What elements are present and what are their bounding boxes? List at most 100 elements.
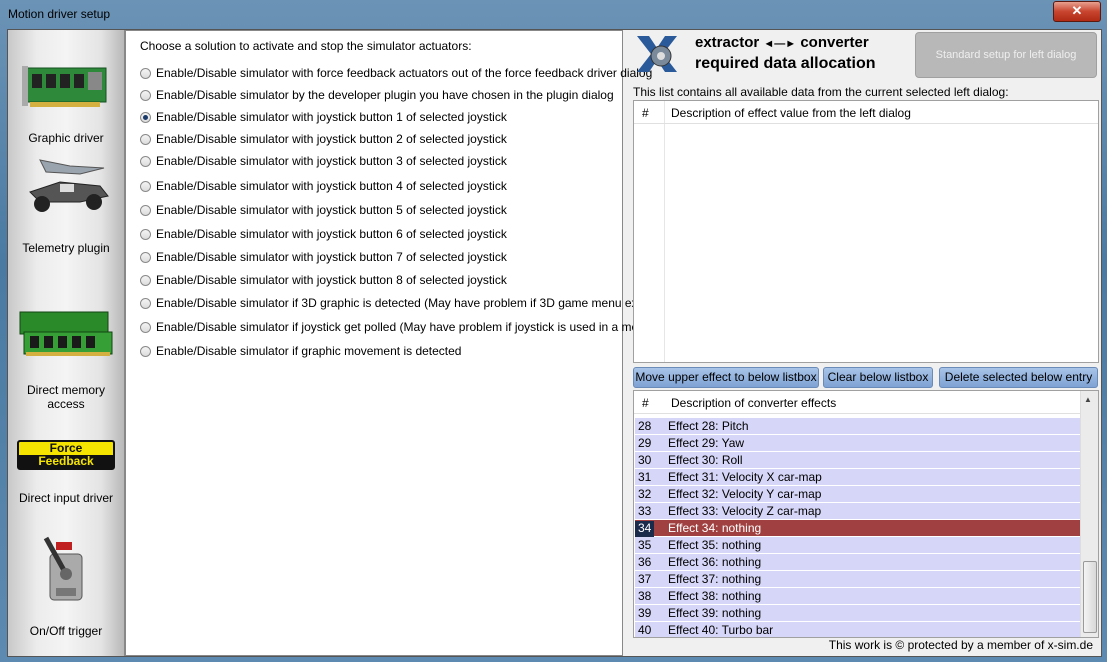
option-label: Enable/Disable simulator if graphic move…: [156, 344, 462, 358]
sidebar-item-label: Telemetry plugin: [22, 241, 110, 255]
activation-option[interactable]: Enable/Disable simulator with joystick b…: [140, 110, 507, 124]
radio-button[interactable]: [140, 111, 151, 123]
activation-option[interactable]: Enable/Disable simulator if joystick get…: [140, 320, 656, 334]
list-item[interactable]: 28 Effect 28: Pitch: [635, 418, 1080, 435]
memory-module-icon: [19, 311, 113, 356]
sidebar-item-label: Direct memory access: [26, 383, 105, 411]
list-item[interactable]: 36 Effect 36: nothing: [635, 554, 1080, 571]
radio-button[interactable]: [140, 297, 151, 309]
scrollbar-thumb[interactable]: [1083, 561, 1097, 633]
column-header-number[interactable]: #: [642, 106, 649, 120]
effect-number: 37: [638, 572, 652, 586]
column-header-description[interactable]: Description of converter effects: [671, 396, 836, 410]
option-label: Enable/Disable simulator with joystick b…: [156, 273, 507, 287]
allocation-heading: extractor ◄—► converter: [695, 34, 869, 51]
activation-option[interactable]: Enable/Disable simulator if 3D graphic i…: [140, 296, 660, 310]
list-header: # Description of effect value from the l…: [634, 101, 1098, 124]
list-item[interactable]: 34 Effect 34: nothing: [635, 520, 1080, 537]
option-label: Enable/Disable simulator if joystick get…: [156, 320, 656, 334]
sidebar-item-label: On/Off trigger: [29, 624, 103, 638]
data-allocation-panel: extractor ◄—► converter required data al…: [631, 30, 1101, 656]
activation-option[interactable]: Enable/Disable simulator with joystick b…: [140, 154, 507, 168]
sidebar-item-direct-input-driver[interactable]: Force Feedback Direct input driver: [8, 435, 124, 535]
title-bar[interactable]: Motion driver setup ✕: [0, 0, 1107, 28]
effect-description: Effect 29: Yaw: [668, 436, 745, 450]
radio-button[interactable]: [140, 251, 151, 263]
activation-option[interactable]: Enable/Disable simulator with joystick b…: [140, 227, 507, 241]
column-header-number[interactable]: #: [642, 396, 649, 410]
list-item[interactable]: 32 Effect 32: Velocity Y car-map: [635, 486, 1080, 503]
option-label: Enable/Disable simulator with joystick b…: [156, 110, 507, 124]
sidebar-item-on-off-trigger[interactable]: On/Off trigger: [8, 530, 124, 650]
list-item[interactable]: 38 Effect 38: nothing: [635, 588, 1080, 605]
radio-button[interactable]: [140, 89, 151, 101]
effect-description: Effect 33: Velocity Z car-map: [668, 504, 822, 518]
sidebar-item-graphic-driver[interactable]: Graphic driver: [8, 46, 124, 146]
race-car-icon: [29, 159, 109, 212]
activation-option[interactable]: Enable/Disable simulator with joystick b…: [140, 132, 507, 146]
activation-option[interactable]: Enable/Disable simulator with joystick b…: [140, 203, 507, 217]
radio-button[interactable]: [140, 155, 151, 167]
activation-option[interactable]: Enable/Disable simulator by the develope…: [140, 88, 614, 102]
activation-option[interactable]: Enable/Disable simulator with joystick b…: [140, 250, 507, 264]
standard-setup-button[interactable]: Standard setup for left dialog: [915, 32, 1097, 78]
effect-values-list[interactable]: # Description of effect value from the l…: [633, 100, 1099, 363]
radio-button[interactable]: [140, 180, 151, 192]
sidebar-item-telemetry-plugin[interactable]: Telemetry plugin: [8, 156, 124, 256]
option-label: Enable/Disable simulator by the develope…: [156, 88, 614, 102]
delete-entry-button[interactable]: Delete selected below entry: [939, 367, 1098, 388]
double-arrow-icon: ◄—►: [763, 38, 797, 50]
radio-button[interactable]: [140, 204, 151, 216]
move-effect-button[interactable]: Move upper effect to below listbox: [633, 367, 819, 388]
effect-number: 30: [638, 453, 652, 467]
clear-listbox-button[interactable]: Clear below listbox: [823, 367, 933, 388]
radio-button[interactable]: [140, 321, 151, 333]
list-item[interactable]: 37 Effect 37: nothing: [635, 571, 1080, 588]
effect-description: Effect 34: nothing: [668, 521, 762, 535]
sidebar: Graphic driver Telemetry plugin Direct m…: [8, 30, 125, 656]
options-prompt: Choose a solution to activate and stop t…: [140, 39, 472, 53]
list-scrollbar[interactable]: ▲: [1080, 391, 1098, 637]
radio-button[interactable]: [140, 67, 151, 79]
scroll-up-icon[interactable]: ▲: [1084, 395, 1092, 404]
effect-number: 35: [638, 538, 652, 552]
activation-option[interactable]: Enable/Disable simulator with force feed…: [140, 66, 652, 80]
effect-number: 36: [638, 555, 652, 569]
list-item[interactable]: 39 Effect 39: nothing: [635, 605, 1080, 622]
sidebar-item-direct-memory-access[interactable]: Direct memory access: [8, 300, 124, 411]
activation-options-panel: Choose a solution to activate and stop t…: [125, 30, 660, 656]
effect-number: 39: [638, 606, 652, 620]
list-item[interactable]: 35 Effect 35: nothing: [635, 537, 1080, 554]
effect-number: 32: [638, 487, 652, 501]
option-label: Enable/Disable simulator with force feed…: [156, 66, 653, 80]
radio-button[interactable]: [140, 228, 151, 240]
effect-description: Effect 28: Pitch: [668, 419, 749, 433]
list-item[interactable]: 30 Effect 30: Roll: [635, 452, 1080, 469]
activation-option[interactable]: Enable/Disable simulator if graphic move…: [140, 344, 461, 358]
list-item[interactable]: 40 Effect 40: Turbo bar: [635, 622, 1080, 637]
effect-number: 31: [638, 470, 652, 484]
toggle-switch-icon: [43, 536, 83, 601]
activation-option[interactable]: Enable/Disable simulator with joystick b…: [140, 179, 507, 193]
effect-description: Effect 30: Roll: [668, 453, 743, 467]
allocation-subheading: required data allocation: [695, 55, 876, 72]
list-item[interactable]: 31 Effect 31: Velocity X car-map: [635, 469, 1080, 486]
list-header: # Description of converter effects: [634, 391, 1098, 414]
option-label: Enable/Disable simulator with joystick b…: [156, 132, 507, 146]
close-button[interactable]: ✕: [1053, 1, 1101, 22]
graphics-card-icon: [22, 66, 107, 107]
option-label: Enable/Disable simulator with joystick b…: [156, 227, 507, 241]
column-divider: [664, 101, 665, 362]
radio-button[interactable]: [140, 345, 151, 357]
radio-button[interactable]: [140, 274, 151, 286]
list-item[interactable]: 29 Effect 29: Yaw: [635, 435, 1080, 452]
activation-option[interactable]: Enable/Disable simulator with joystick b…: [140, 273, 507, 287]
option-label: Enable/Disable simulator with joystick b…: [156, 154, 507, 168]
effect-number: 29: [638, 436, 652, 450]
list-item[interactable]: 33 Effect 33: Velocity Z car-map: [635, 503, 1080, 520]
sidebar-item-label: Direct input driver: [18, 491, 114, 505]
converter-effects-list[interactable]: # Description of converter effects 28 Eff…: [633, 390, 1099, 638]
column-header-description[interactable]: Description of effect value from the lef…: [671, 106, 911, 120]
info-text: This list contains all available data fr…: [633, 85, 1009, 99]
radio-button[interactable]: [140, 133, 151, 145]
